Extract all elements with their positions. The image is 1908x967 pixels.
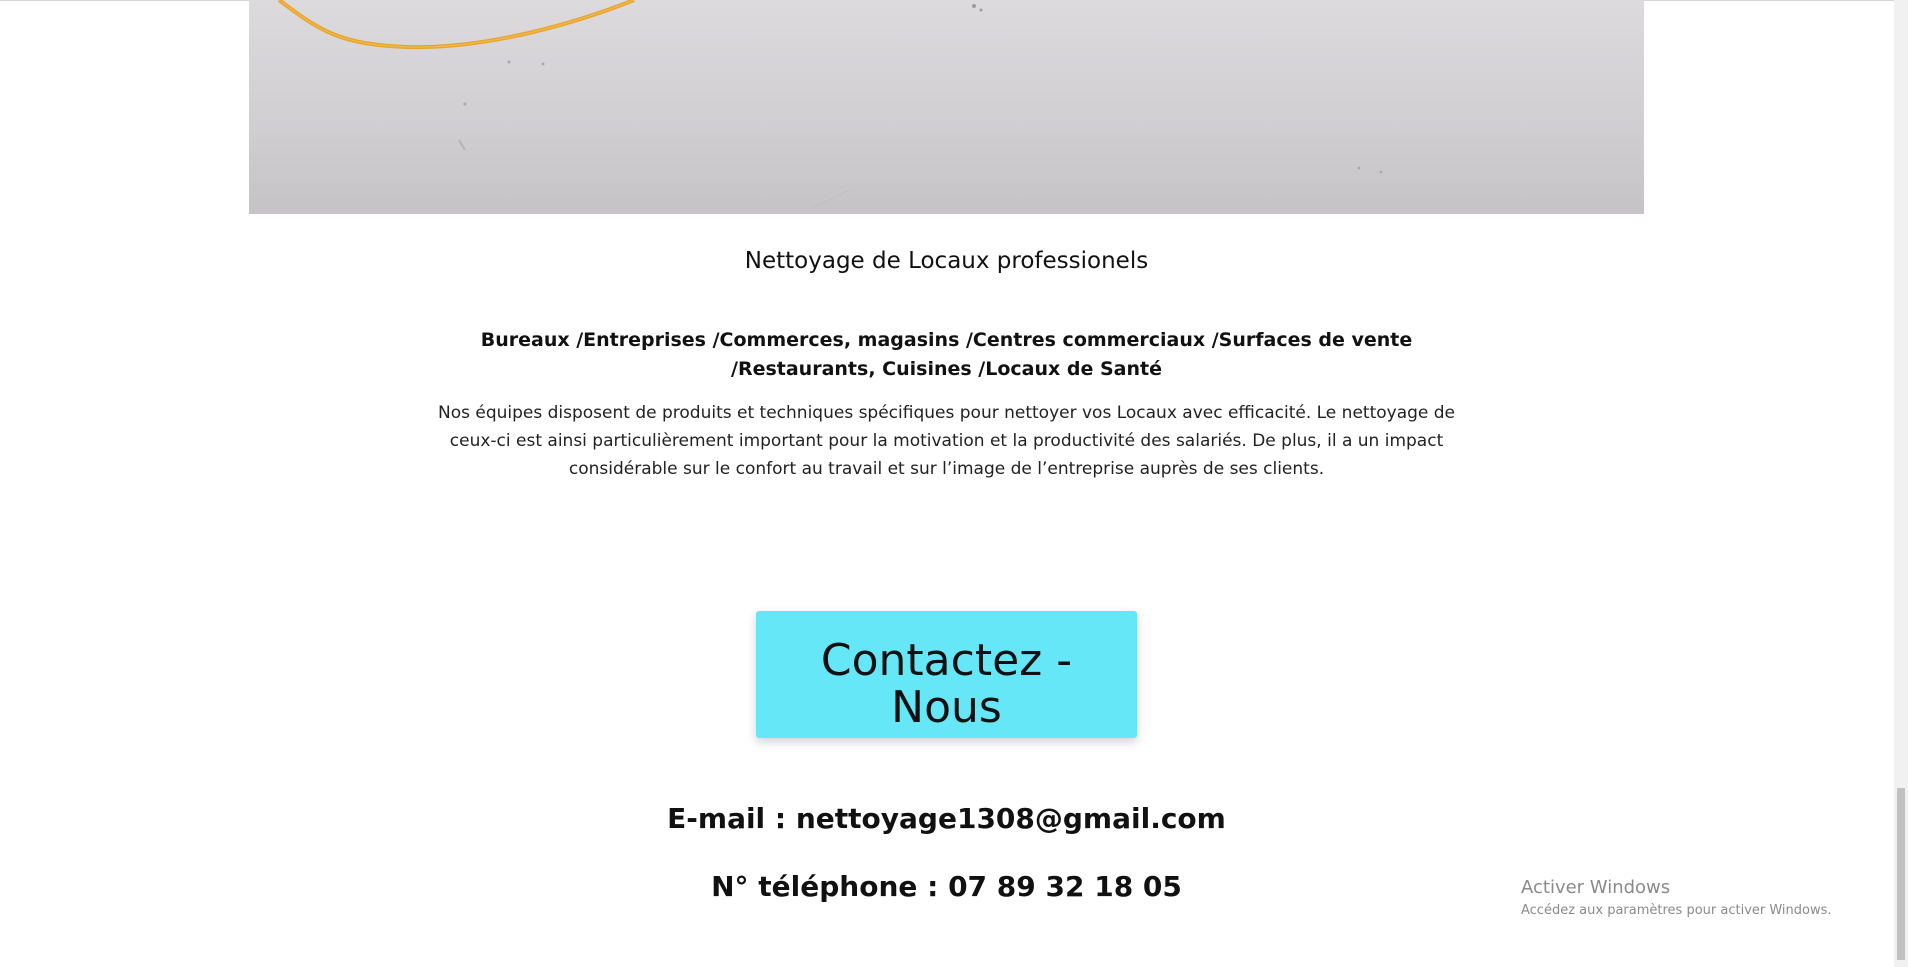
web-page: Nettoyage de Locaux professionels Bureau… <box>0 0 1908 967</box>
services-list: Bureaux /Entreprises /Commerces, magasin… <box>480 329 1413 380</box>
watermark-subtitle: Accédez aux paramètres pour activer Wind… <box>1521 903 1832 918</box>
windows-activation-watermark: Activer Windows Accédez aux paramètres p… <box>1521 876 1832 920</box>
service-description: Nos équipes disposent de produits et tec… <box>437 403 1456 479</box>
floor-photo <box>249 0 1644 214</box>
page-scrollbar[interactable] <box>1894 0 1908 967</box>
scrollbar-thumb[interactable] <box>1897 788 1905 960</box>
section-title: Nettoyage de Locaux professionels <box>744 248 1149 274</box>
contact-email: E-mail : nettoyage1308@gmail.com <box>667 802 1226 835</box>
watermark-title: Activer Windows <box>1521 877 1671 898</box>
contact-button[interactable]: Contactez - Nous <box>756 611 1137 738</box>
